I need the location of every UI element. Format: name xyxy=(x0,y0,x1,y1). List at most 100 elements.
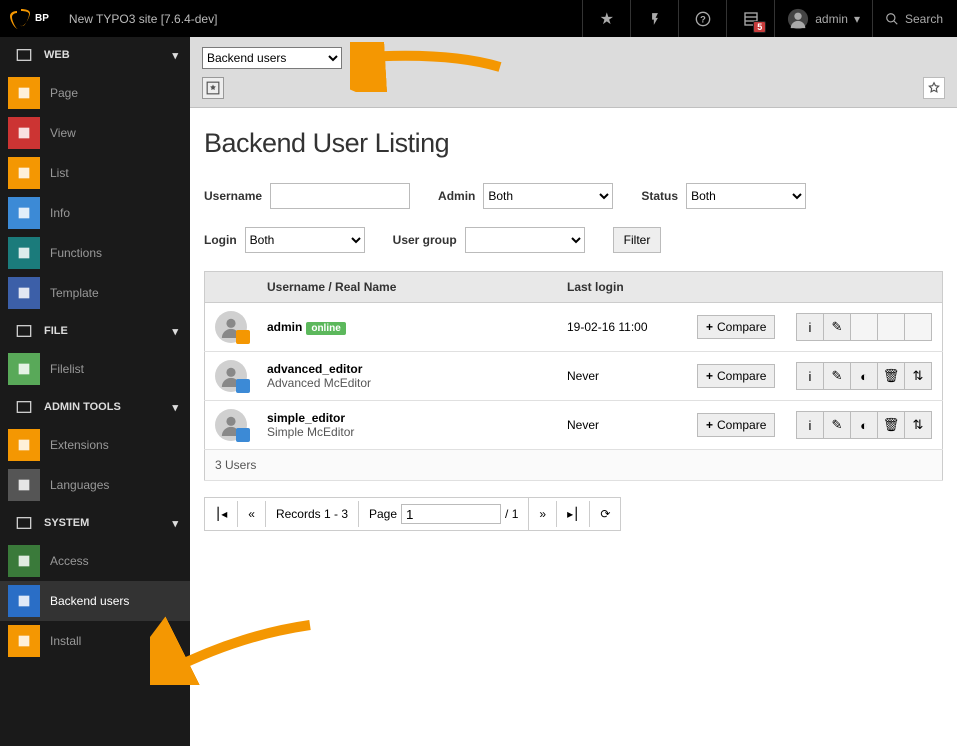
sidebar-item-template[interactable]: Template xyxy=(0,273,190,313)
sidebar-group-system[interactable]: SYSTEM▾ xyxy=(0,505,190,541)
topbar: BP New TYPO3 site [7.6.4-dev] ★ ? 5 admi… xyxy=(0,0,957,37)
online-badge: online xyxy=(306,322,345,335)
username: adminonline xyxy=(267,320,547,335)
user-menu[interactable]: admin ▾ xyxy=(774,0,872,37)
module-icon xyxy=(8,197,40,229)
col-lastlogin: Last login xyxy=(557,272,687,303)
refresh-button[interactable]: ⟳ xyxy=(590,501,620,527)
add-bookmark-icon[interactable] xyxy=(202,77,224,99)
page-title: Backend User Listing xyxy=(204,128,943,159)
module-icon xyxy=(8,117,40,149)
page-label: Page xyxy=(369,507,397,521)
username-input[interactable] xyxy=(270,183,410,209)
chevron-down-icon: ▾ xyxy=(172,325,178,338)
username: advanced_editor xyxy=(267,362,547,376)
table-row: advanced_editorAdvanced McEditor Never + C… xyxy=(205,352,943,401)
sidebar: WEB▾PageViewListInfoFunctionsTemplateFIL… xyxy=(0,37,190,746)
help-icon[interactable]: ? xyxy=(678,0,726,37)
table-footer: 3 Users xyxy=(205,450,943,481)
delete-icon[interactable]: 🗑 xyxy=(877,362,905,390)
sidebar-item-backend-users[interactable]: Backend users xyxy=(0,581,190,621)
module-icon xyxy=(8,429,40,461)
prev-page-button[interactable]: « xyxy=(238,501,266,527)
admin-select[interactable]: Both xyxy=(483,183,613,209)
flash-icon[interactable] xyxy=(630,0,678,37)
filter-button[interactable]: Filter xyxy=(613,227,662,253)
next-page-button[interactable]: » xyxy=(529,501,557,527)
username: simple_editor xyxy=(267,411,547,425)
info-icon[interactable]: i xyxy=(796,411,824,439)
switch-user-icon[interactable]: ⇅ xyxy=(904,411,932,439)
group-icon xyxy=(12,323,36,339)
user-label: admin xyxy=(815,12,848,26)
table-row: adminonline 19-02-16 11:00 + Compare i✎ xyxy=(205,303,943,352)
module-icon xyxy=(8,469,40,501)
login-select[interactable]: Both xyxy=(245,227,365,253)
last-login: Never xyxy=(557,352,687,401)
sidebar-item-view[interactable]: View xyxy=(0,113,190,153)
bookmark-icon[interactable]: ★ xyxy=(582,0,630,37)
module-icon xyxy=(8,237,40,269)
sidebar-item-functions[interactable]: Functions xyxy=(0,233,190,273)
edit-icon[interactable]: ✎ xyxy=(823,411,851,439)
module-icon xyxy=(8,625,40,657)
last-login: Never xyxy=(557,401,687,450)
search-label: Search xyxy=(905,12,943,26)
sidebar-item-filelist[interactable]: Filelist xyxy=(0,349,190,389)
typo3-logo[interactable] xyxy=(0,0,40,37)
last-page-button[interactable]: ▸⎮ xyxy=(557,501,590,527)
sidebar-item-info[interactable]: Info xyxy=(0,193,190,233)
sidebar-item-install[interactable]: Install xyxy=(0,621,190,661)
module-icon xyxy=(8,545,40,577)
group-icon xyxy=(12,47,36,63)
sidebar-item-languages[interactable]: Languages xyxy=(0,465,190,505)
filters: Username Admin Both Status Both Login Bo… xyxy=(204,183,943,253)
chevron-down-icon: ▾ xyxy=(854,12,860,26)
table-row: simple_editorSimple McEditor Never + Compa… xyxy=(205,401,943,450)
users-table: Username / Real Name Last login adminonl… xyxy=(204,271,943,481)
site-title: New TYPO3 site [7.6.4-dev] xyxy=(49,12,582,26)
status-select[interactable]: Both xyxy=(686,183,806,209)
realname: Simple McEditor xyxy=(267,425,547,439)
info-icon[interactable]: i xyxy=(796,313,824,341)
compare-button[interactable]: + Compare xyxy=(697,315,775,339)
notification-badge: 5 xyxy=(753,21,766,33)
compare-button[interactable]: + Compare xyxy=(697,413,775,437)
sidebar-group-web[interactable]: WEB▾ xyxy=(0,37,190,73)
first-page-button[interactable]: ⎮◂ xyxy=(205,501,238,527)
sidebar-item-page[interactable]: Page xyxy=(0,73,190,113)
sidebar-item-access[interactable]: Access xyxy=(0,541,190,581)
notifications-icon[interactable]: 5 xyxy=(726,0,774,37)
toggle-icon[interactable]: ◐ xyxy=(850,411,878,439)
sidebar-item-extensions[interactable]: Extensions xyxy=(0,425,190,465)
chevron-down-icon: ▾ xyxy=(172,517,178,530)
status-label: Status xyxy=(641,189,678,203)
info-icon[interactable]: i xyxy=(796,362,824,390)
login-label: Login xyxy=(204,233,237,247)
sidebar-group-admin-tools[interactable]: ADMIN TOOLS▾ xyxy=(0,389,190,425)
switch-user-icon[interactable]: ⇅ xyxy=(904,362,932,390)
module-icon xyxy=(8,353,40,385)
last-login: 19-02-16 11:00 xyxy=(557,303,687,352)
delete-icon[interactable]: 🗑 xyxy=(877,411,905,439)
edit-icon[interactable]: ✎ xyxy=(823,313,851,341)
content-area: Backend users Backend User Listing Usern… xyxy=(190,37,957,746)
search-button[interactable]: Search xyxy=(872,0,957,37)
compare-button[interactable]: + Compare xyxy=(697,364,775,388)
pagination: ⎮◂ « Records 1 - 3 Page / 1 » ▸⎮ ⟳ xyxy=(204,497,621,531)
realname: Advanced McEditor xyxy=(267,376,547,390)
sidebar-item-list[interactable]: List xyxy=(0,153,190,193)
toggle-icon[interactable]: ◐ xyxy=(850,362,878,390)
edit-icon[interactable]: ✎ xyxy=(823,362,851,390)
usergroup-select[interactable] xyxy=(465,227,585,253)
module-select[interactable]: Backend users xyxy=(202,47,342,69)
chevron-down-icon: ▾ xyxy=(172,401,178,414)
page-input[interactable] xyxy=(401,504,501,524)
svg-text:?: ? xyxy=(700,14,706,24)
group-icon xyxy=(12,515,36,531)
col-username: Username / Real Name xyxy=(257,272,557,303)
usergroup-label: User group xyxy=(393,233,457,247)
page-of: / 1 xyxy=(505,507,518,521)
sidebar-group-file[interactable]: FILE▾ xyxy=(0,313,190,349)
bookmark-star-icon[interactable] xyxy=(923,77,945,99)
